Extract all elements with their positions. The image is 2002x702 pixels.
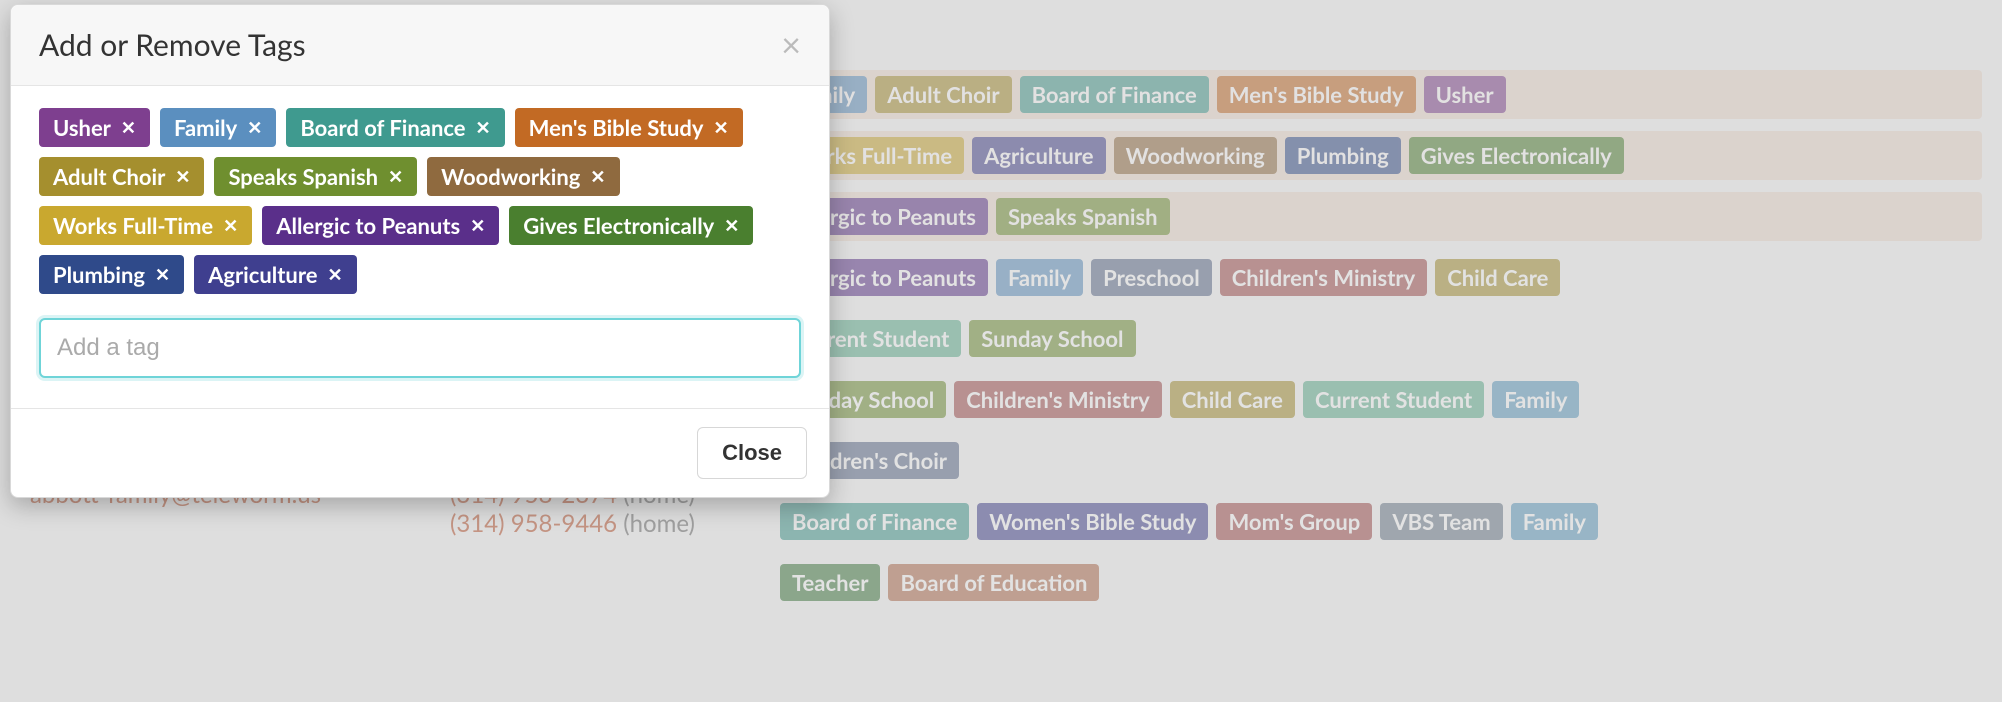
tag-chip[interactable]: Usher ✕: [39, 108, 150, 147]
tag-chip[interactable]: Woodworking ✕: [427, 157, 619, 196]
selected-tag-list: Usher✕Family✕Board of Finance✕Men's Bibl…: [39, 108, 801, 294]
tag-chip[interactable]: Family ✕: [160, 108, 276, 147]
tag-label: Family: [174, 114, 237, 141]
remove-tag-icon[interactable]: ✕: [223, 214, 238, 237]
tag-chip[interactable]: Agriculture ✕: [194, 255, 357, 294]
remove-tag-icon[interactable]: ✕: [590, 165, 605, 188]
remove-tag-icon[interactable]: ✕: [175, 165, 190, 188]
tag-chip[interactable]: Plumbing ✕: [39, 255, 184, 294]
tag-label: Board of Finance: [300, 114, 465, 141]
tag-label: Woodworking: [441, 163, 580, 190]
modal-title: Add or Remove Tags: [39, 27, 306, 63]
tag-label: Usher: [53, 114, 111, 141]
close-button[interactable]: Close: [697, 427, 807, 479]
close-icon[interactable]: ×: [781, 28, 801, 62]
modal-header: Add or Remove Tags ×: [11, 5, 829, 86]
tags-modal: Add or Remove Tags × Usher✕Family✕Board …: [10, 4, 830, 498]
tag-chip[interactable]: Gives Electronically ✕: [509, 206, 753, 245]
remove-tag-icon[interactable]: ✕: [724, 214, 739, 237]
remove-tag-icon[interactable]: ✕: [470, 214, 485, 237]
tag-chip[interactable]: Allergic to Peanuts ✕: [262, 206, 499, 245]
tag-label: Agriculture: [208, 261, 317, 288]
add-tag-input[interactable]: [39, 318, 801, 378]
remove-tag-icon[interactable]: ✕: [121, 116, 136, 139]
tag-label: Men's Bible Study: [529, 114, 704, 141]
remove-tag-icon[interactable]: ✕: [327, 263, 342, 286]
tag-chip[interactable]: Speaks Spanish ✕: [214, 157, 417, 196]
tag-chip[interactable]: Works Full-Time ✕: [39, 206, 252, 245]
tag-label: Adult Choir: [53, 163, 165, 190]
tag-label: Works Full-Time: [53, 212, 213, 239]
tag-label: Allergic to Peanuts: [276, 212, 460, 239]
remove-tag-icon[interactable]: ✕: [714, 116, 729, 139]
remove-tag-icon[interactable]: ✕: [476, 116, 491, 139]
tag-chip[interactable]: Adult Choir ✕: [39, 157, 204, 196]
tag-label: Gives Electronically: [523, 212, 714, 239]
tag-label: Speaks Spanish: [228, 163, 378, 190]
tag-chip[interactable]: Men's Bible Study ✕: [515, 108, 743, 147]
remove-tag-icon[interactable]: ✕: [388, 165, 403, 188]
remove-tag-icon[interactable]: ✕: [155, 263, 170, 286]
modal-footer: Close: [11, 408, 829, 497]
remove-tag-icon[interactable]: ✕: [247, 116, 262, 139]
tag-chip[interactable]: Board of Finance ✕: [286, 108, 504, 147]
tag-label: Plumbing: [53, 261, 145, 288]
modal-body: Usher✕Family✕Board of Finance✕Men's Bibl…: [11, 86, 829, 408]
